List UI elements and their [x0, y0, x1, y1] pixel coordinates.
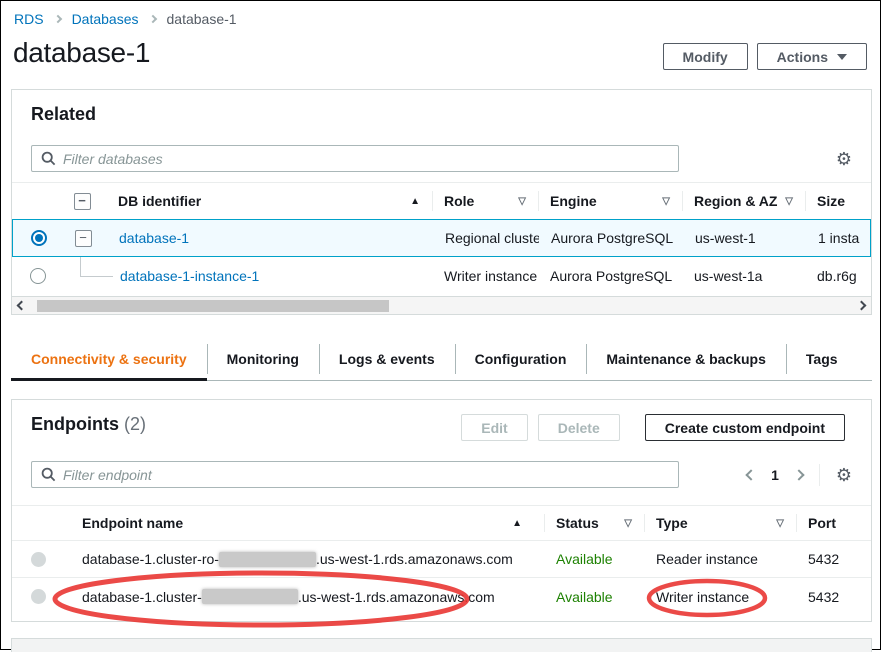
- cell-role: Writer instance: [432, 268, 538, 284]
- cell-region-az: us-west-1: [683, 230, 806, 246]
- endpoints-count: (2): [124, 414, 146, 434]
- column-region-az[interactable]: Region & AZ ▽: [682, 183, 805, 219]
- filter-databases-input[interactable]: [63, 151, 669, 167]
- related-panel: Related ⚙ − DB identifier ▲ Role ▽ Engin…: [11, 89, 872, 315]
- tab-maintenance-backups[interactable]: Maintenance & backups: [586, 337, 786, 381]
- create-custom-endpoint-button[interactable]: Create custom endpoint: [645, 414, 845, 441]
- tab-monitoring[interactable]: Monitoring: [207, 337, 319, 381]
- table-row-database-1-instance-1: database-1-instance-1 Writer instance Au…: [12, 257, 871, 295]
- cell-size: 1 insta: [806, 230, 870, 246]
- breadcrumb-databases[interactable]: Databases: [72, 11, 139, 27]
- row-radio-disabled[interactable]: [31, 589, 46, 604]
- cell-size: db.r6g: [805, 268, 871, 284]
- column-db-identifier[interactable]: DB identifier ▲: [100, 183, 432, 219]
- sort-toggle-icon: ▽: [518, 196, 526, 207]
- tab-logs-events[interactable]: Logs & events: [319, 337, 455, 381]
- scrollbar-track[interactable]: [29, 300, 854, 312]
- row-radio-disabled[interactable]: [31, 552, 46, 567]
- filter-endpoint-input[interactable]: [63, 467, 669, 483]
- table-row-database-1: − database-1 Regional cluster Aurora Pos…: [12, 219, 871, 257]
- tab-connectivity-security[interactable]: Connectivity & security: [11, 337, 207, 381]
- collapse-row-icon[interactable]: −: [75, 230, 92, 247]
- cell-port: 5432: [796, 551, 871, 567]
- column-endpoint-name[interactable]: Endpoint name ▲: [64, 506, 544, 540]
- db-instance-link[interactable]: database-1-instance-1: [120, 268, 259, 284]
- column-type[interactable]: Type ▽: [644, 506, 796, 540]
- chevron-right-icon: [53, 15, 61, 23]
- chevron-right-icon: [148, 15, 156, 23]
- column-status[interactable]: Status ▽: [544, 506, 644, 540]
- sort-toggle-icon: ▽: [776, 518, 784, 529]
- endpoints-table: Endpoint name ▲ Status ▽ Type ▽ Port dat…: [12, 505, 871, 615]
- edit-button[interactable]: Edit: [461, 414, 527, 441]
- column-port[interactable]: Port: [796, 506, 871, 540]
- endpoints-title: Endpoints (2): [31, 414, 146, 435]
- redacted-text: [219, 552, 316, 567]
- related-table: − DB identifier ▲ Role ▽ Engine ▽ Region…: [12, 182, 871, 295]
- caret-down-icon: [837, 54, 847, 60]
- divider: [819, 464, 820, 486]
- row-radio-selected[interactable]: [31, 230, 47, 246]
- column-engine[interactable]: Engine ▽: [538, 183, 682, 219]
- sort-ascending-icon: ▲: [410, 196, 420, 207]
- endpoints-settings-gear-icon[interactable]: ⚙: [836, 466, 852, 484]
- endpoints-panel: Endpoints (2) Edit Delete Create custom …: [11, 399, 872, 622]
- status-badge: Available: [544, 589, 644, 605]
- delete-button[interactable]: Delete: [538, 414, 620, 441]
- db-cluster-link[interactable]: database-1: [119, 230, 189, 246]
- related-table-header: − DB identifier ▲ Role ▽ Engine ▽ Region…: [12, 182, 871, 220]
- page-actions: Modify Actions: [663, 43, 867, 70]
- tree-connector: database-1-instance-1: [64, 257, 432, 295]
- tab-configuration[interactable]: Configuration: [455, 337, 587, 381]
- scroll-right-icon[interactable]: [857, 301, 867, 311]
- related-title: Related: [31, 104, 96, 125]
- filter-endpoint-box: [31, 461, 679, 488]
- related-settings-gear-icon[interactable]: ⚙: [836, 150, 852, 168]
- endpoint-name-reader: database-1.cluster-ro- .us-west-1.rds.am…: [64, 551, 544, 567]
- horizontal-scrollbar: [12, 296, 871, 314]
- collapse-all-icon[interactable]: −: [74, 193, 91, 210]
- search-icon: [41, 151, 56, 166]
- scrollbar-thumb[interactable]: [37, 300, 389, 312]
- search-icon: [41, 467, 56, 482]
- pagination: 1: [747, 467, 803, 483]
- column-role[interactable]: Role ▽: [432, 183, 538, 219]
- modify-button[interactable]: Modify: [663, 43, 748, 70]
- sort-toggle-icon: ▽: [785, 196, 793, 207]
- actions-button-label: Actions: [777, 49, 828, 65]
- cell-engine: Aurora PostgreSQL: [538, 268, 682, 284]
- endpoints-table-header: Endpoint name ▲ Status ▽ Type ▽ Port: [12, 505, 871, 541]
- endpoint-row-reader: database-1.cluster-ro- .us-west-1.rds.am…: [12, 541, 871, 578]
- cell-type: Reader instance: [644, 551, 796, 567]
- scroll-left-icon[interactable]: [17, 301, 27, 311]
- cell-role: Regional cluster: [433, 230, 539, 246]
- detail-tabs: Connectivity & security Monitoring Logs …: [11, 337, 872, 381]
- actions-button[interactable]: Actions: [757, 43, 867, 70]
- breadcrumb-rds[interactable]: RDS: [14, 11, 44, 27]
- page-number[interactable]: 1: [771, 467, 779, 483]
- sort-toggle-icon: ▽: [624, 518, 632, 529]
- redacted-text: [202, 589, 298, 604]
- cell-type: Writer instance: [644, 589, 796, 605]
- sort-toggle-icon: ▽: [662, 196, 670, 207]
- sort-ascending-icon: ▲: [512, 518, 522, 529]
- breadcrumb-current: database-1: [167, 11, 237, 27]
- breadcrumb: RDS Databases database-1: [14, 11, 237, 27]
- page-title: database-1: [13, 37, 150, 69]
- cell-port: 5432: [796, 589, 871, 605]
- status-badge: Available: [544, 551, 644, 567]
- filter-databases-box: [31, 145, 679, 172]
- tab-tags[interactable]: Tags: [786, 337, 858, 381]
- next-page-icon[interactable]: [793, 469, 804, 480]
- cell-region-az: us-west-1a: [682, 268, 805, 284]
- endpoint-row-writer: database-1.cluster- .us-west-1.rds.amazo…: [12, 578, 871, 615]
- cell-engine: Aurora PostgreSQL: [539, 230, 683, 246]
- rds-console-page: { "breadcrumb": { "items": ["RDS", "Data…: [0, 0, 881, 650]
- previous-page-icon[interactable]: [745, 469, 756, 480]
- row-radio[interactable]: [30, 268, 46, 284]
- endpoint-name-writer: database-1.cluster- .us-west-1.rds.amazo…: [64, 589, 544, 605]
- column-size[interactable]: Size: [805, 183, 871, 219]
